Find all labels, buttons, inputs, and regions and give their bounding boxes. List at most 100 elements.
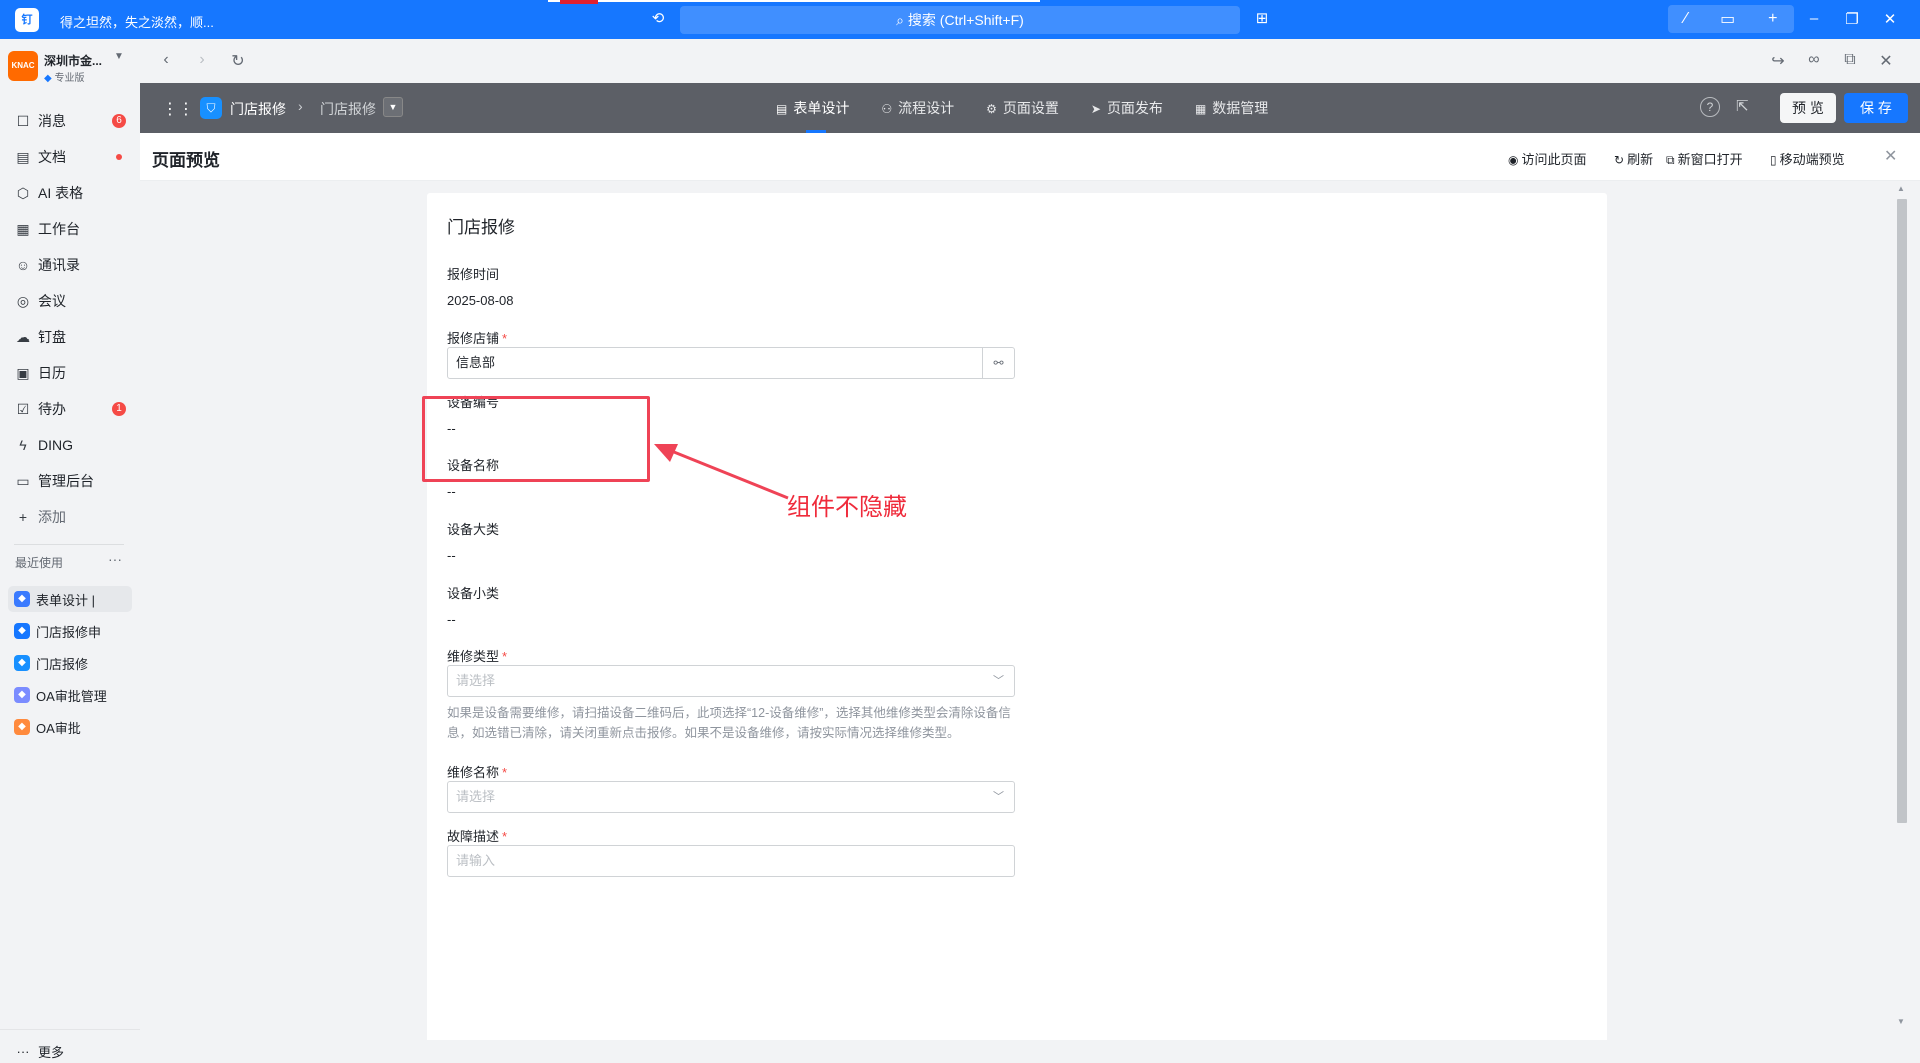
close-preview-icon[interactable]: ✕ (1884, 146, 1897, 166)
tab-label: 页面发布 (1106, 100, 1163, 116)
forward-icon[interactable]: › (192, 51, 212, 69)
chevron-down-icon: ﹀ (993, 791, 1004, 803)
user-status[interactable]: 得之坦然，失之淡然，顺... (60, 12, 214, 31)
sidebar-item-9[interactable]: ϟ DING (8, 430, 132, 460)
sidebar-item-0[interactable]: ☐ 消息 6 (8, 106, 132, 136)
open-new-window-button[interactable]: ⧉ 新窗口打开 (1666, 149, 1743, 168)
designer-tabs: ▤ 表单设计 ⚇ 流程设计 ⚙ 页面设置 ➤ 页面发布 ▦ 数据管理 (760, 83, 1284, 133)
magic-wand-icon[interactable]: ⁄ (1684, 10, 1687, 28)
topbar-actions: ⁄ ▭ + (1668, 5, 1794, 33)
sidebar-item-3[interactable]: ▦ 工作台 (8, 214, 132, 244)
visit-page-label: 访问此页面 (1521, 152, 1587, 167)
cloud-disk-icon: ☁ (16, 328, 30, 345)
sidebar-item-8[interactable]: ☑ 待办 1 (8, 394, 132, 424)
fault-desc-input[interactable]: 请输入 (447, 845, 1015, 877)
refresh-label: 刷新 (1627, 152, 1654, 167)
sidebar-item-2[interactable]: ⬡ AI 表格 (8, 178, 132, 208)
annotation-text: 组件不隐藏 (787, 494, 907, 521)
sidebar-item-label: 文档 (38, 149, 66, 165)
repair-type-label: 维修类型 * (447, 646, 507, 665)
scan-icon[interactable]: ⊞ (1252, 9, 1272, 29)
form-icon: ▤ (776, 102, 788, 116)
mobile-preview-label: 移动端预览 (1779, 152, 1845, 167)
tab-indicator-red (560, 0, 598, 4)
repair-name-label: 维修名称 * (447, 762, 507, 781)
settings-icon: ⚙ (986, 102, 997, 116)
restore-icon[interactable]: ❐ (1842, 10, 1862, 28)
sidebar-item-10[interactable]: ▭ 管理后台 (8, 466, 132, 496)
org-name: 深圳市金... (44, 54, 103, 68)
tab-flow[interactable]: ⚇ 流程设计 (865, 83, 970, 133)
scroll-up-icon[interactable]: ▲ (1897, 184, 1905, 193)
scrollbar-thumb[interactable] (1897, 199, 1907, 823)
close-window-icon[interactable]: ✕ (1880, 10, 1900, 28)
tab-data[interactable]: ▦ 数据管理 (1179, 83, 1284, 133)
sidebar-item-6[interactable]: ☁ 钉盘 (8, 322, 132, 352)
store-field[interactable]: 信息部 ⚯ (447, 347, 1015, 379)
open-external-icon[interactable]: ⧉ (1840, 51, 1860, 69)
scroll-down-icon[interactable]: ▼ (1897, 1017, 1905, 1026)
more-options-icon[interactable]: ··· (108, 551, 122, 567)
screen-icon[interactable]: ▭ (1720, 9, 1735, 29)
dingtalk-logo-icon[interactable]: 钉 (15, 8, 39, 32)
calendar-icon: ▣ (16, 364, 30, 381)
breadcrumb-page[interactable]: 门店报修 (320, 99, 376, 119)
ding-icon: ϟ (19, 437, 27, 453)
mobile-preview-button[interactable]: ▯ 移动端预览 (1770, 149, 1845, 168)
message-icon: ☐ (16, 112, 30, 129)
sidebar-item-label: 待办 (38, 401, 66, 417)
sidebar-item-label: 工作台 (38, 221, 80, 237)
recent-item[interactable]: ◆ 表单设计 | (8, 586, 132, 612)
global-search-input[interactable]: ⌕ 搜索 (Ctrl+Shift+F) (680, 6, 1240, 34)
org-switcher[interactable]: KNAC 深圳市金... ◆ 专业版 ▼ (8, 51, 132, 84)
sidebar-item-11[interactable]: + 添加 (8, 502, 132, 532)
close-tab-icon[interactable]: ✕ (1876, 51, 1896, 71)
refresh-button[interactable]: ↻ 刷新 (1614, 149, 1653, 168)
help-icon[interactable]: ? (1700, 97, 1720, 117)
sidebar-item-label: 日历 (38, 365, 66, 381)
tab-publish[interactable]: ➤ 页面发布 (1075, 83, 1179, 133)
recent-item[interactable]: ◆ OA审批管理 (8, 682, 132, 708)
breadcrumb-separator-icon: › (298, 98, 303, 114)
sidebar-divider-bottom (0, 1029, 140, 1030)
sidebar-item-label: 管理后台 (38, 473, 94, 489)
minimize-icon[interactable]: – (1804, 10, 1824, 27)
sidebar-item-5[interactable]: ◎ 会议 (8, 286, 132, 316)
history-icon[interactable]: ⟲ (648, 9, 668, 29)
preview-button[interactable]: 预 览 (1780, 93, 1836, 123)
repair-type-select[interactable]: 请选择 ﹀ (447, 665, 1015, 697)
visit-page-button[interactable]: ◉ 访问此页面 (1508, 149, 1587, 168)
contacts-icon: ☺ (15, 257, 31, 273)
plus-icon[interactable]: + (1768, 10, 1777, 28)
app-icon: ◆ (14, 687, 30, 703)
page-dropdown-icon[interactable]: ▼ (383, 97, 403, 117)
save-button[interactable]: 保 存 (1844, 93, 1908, 123)
sidebar-item-1[interactable]: ▤ 文档 (8, 142, 132, 172)
recent-title: 最近使用 (15, 556, 64, 570)
recent-item-label: OA审批管理 (36, 688, 107, 704)
sidebar-item-4[interactable]: ☺ 通讯录 (8, 250, 132, 280)
repair-time-value: 2025-08-08 (447, 293, 514, 308)
repair-type-label-text: 维修类型 (447, 649, 500, 664)
vertical-scrollbar[interactable]: ▲ ▼ (1895, 181, 1909, 1040)
app-name[interactable]: 门店报修 (230, 99, 286, 119)
sidebar-item-7[interactable]: ▣ 日历 (8, 358, 132, 388)
repair-name-select[interactable]: 请选择 ﹀ (447, 781, 1015, 813)
sidebar-more[interactable]: ··· 更多 (8, 1039, 132, 1063)
share-icon[interactable]: ↪ (1768, 51, 1788, 71)
tab-settings[interactable]: ⚙ 页面设置 (970, 83, 1075, 133)
link-icon[interactable]: ∞ (1804, 51, 1824, 69)
back-icon[interactable]: ‹ (156, 51, 176, 69)
external-link-icon[interactable]: ⇱ (1736, 97, 1749, 115)
reload-icon[interactable]: ↻ (228, 51, 248, 71)
recent-item[interactable]: ◆ 门店报修申 (8, 618, 132, 644)
store-label: 报修店铺 * (447, 328, 507, 347)
tab-form[interactable]: ▤ 表单设计 (760, 83, 865, 133)
ai-table-icon: ⬡ (16, 184, 30, 201)
recent-item[interactable]: ◆ OA审批 (8, 714, 132, 740)
sidebar-item-label: 会议 (38, 293, 66, 309)
app-header: ⋮⋮⋮ ⛉ 门店报修 › 门店报修 ▼ ▤ 表单设计 ⚇ 流程设计 ⚙ 页面设置 ➤ 页面发布… (140, 83, 1920, 133)
org-tree-icon[interactable]: ⚯ (982, 348, 1014, 378)
recent-item[interactable]: ◆ 门店报修 (8, 650, 132, 676)
equip-category-value: -- (447, 548, 456, 563)
